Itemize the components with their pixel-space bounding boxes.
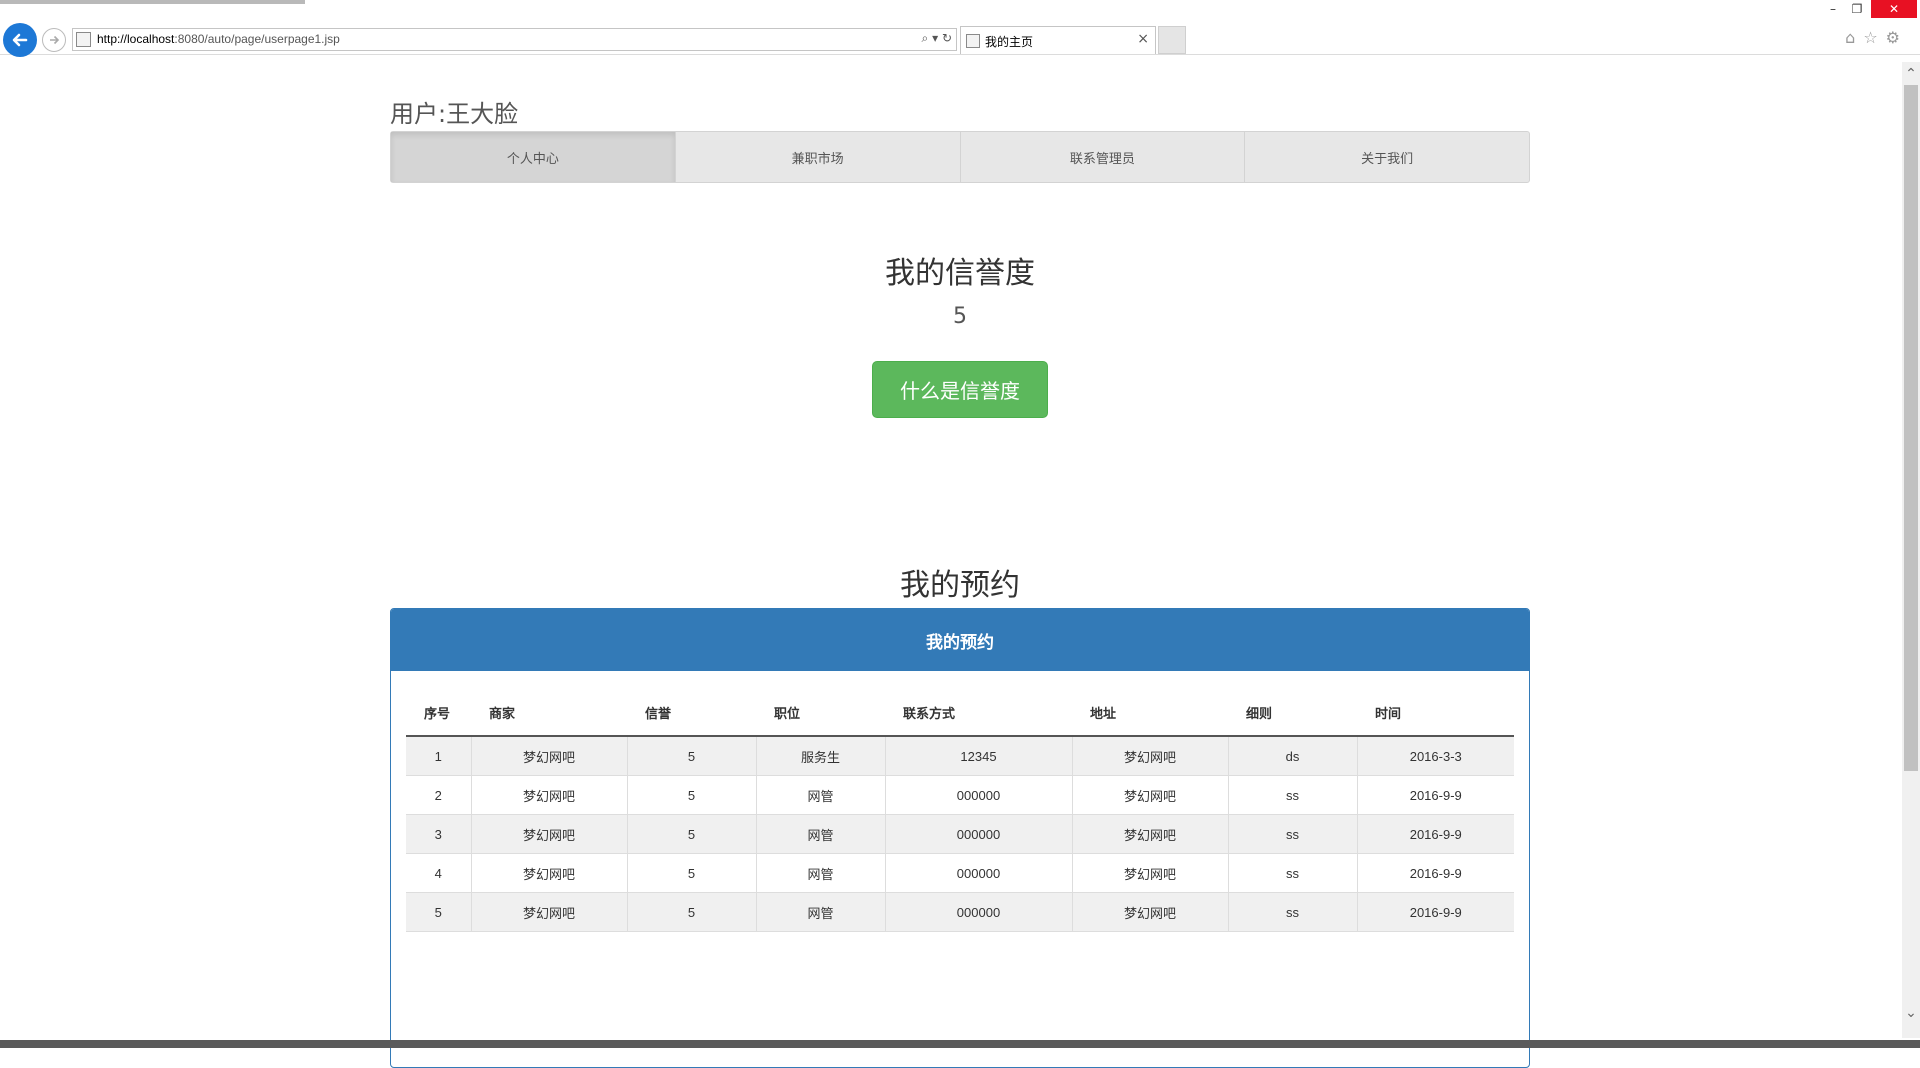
cell-contact: 000000	[884, 892, 1072, 932]
cell-index: 1	[406, 736, 471, 776]
scroll-down-arrow-icon[interactable]: ⌄	[1902, 1005, 1920, 1021]
cell-time: 2016-3-3	[1356, 736, 1514, 776]
cell-address: 梦幻网吧	[1071, 775, 1228, 815]
nav-item-contact-admin[interactable]: 联系管理员	[961, 132, 1246, 182]
col-header-index: 序号	[406, 689, 471, 737]
bookings-heading: 我的预约	[900, 568, 1020, 603]
cell-merchant: 梦幻网吧	[470, 892, 627, 932]
gear-icon[interactable]: ⚙	[1886, 28, 1908, 47]
cell-contact: 000000	[884, 853, 1072, 893]
cell-address: 梦幻网吧	[1071, 853, 1228, 893]
credit-heading: 我的信誉度	[885, 256, 1035, 291]
cell-merchant: 梦幻网吧	[470, 736, 627, 776]
tab-close-icon[interactable]: ×	[1137, 31, 1149, 47]
home-icon[interactable]: ⌂	[1845, 28, 1863, 47]
search-icon[interactable]: ⌕	[922, 31, 929, 45]
cell-details: ds	[1227, 736, 1357, 776]
cell-contact: 000000	[884, 814, 1072, 854]
scrollbar-thumb[interactable]	[1904, 85, 1918, 771]
cell-credit: 5	[626, 892, 756, 932]
dropdown-icon[interactable]: ▾	[932, 31, 938, 45]
cell-index: 2	[406, 775, 471, 815]
url-path: :8080/auto/page/userpage1.jsp	[174, 32, 340, 46]
favorites-star-icon[interactable]: ☆	[1863, 28, 1885, 47]
cell-position: 网管	[755, 814, 885, 854]
refresh-icon[interactable]: ↻	[942, 31, 952, 45]
cell-details: ss	[1227, 814, 1357, 854]
cell-time: 2016-9-9	[1356, 853, 1514, 893]
main-nav: 个人中心 兼职市场 联系管理员 关于我们	[390, 131, 1530, 183]
back-button[interactable]	[3, 23, 37, 57]
cell-position: 网管	[755, 775, 885, 815]
bookings-table: 序号 商家 信誉 职位 联系方式 地址 细则 时间 1 梦幻网吧 5 服务生 1…	[406, 689, 1514, 932]
col-header-address: 地址	[1072, 689, 1228, 737]
browser-toolbar-icons: ⌂☆⚙	[1845, 28, 1908, 47]
cell-credit: 5	[626, 775, 756, 815]
cell-position: 网管	[755, 892, 885, 932]
cell-merchant: 梦幻网吧	[470, 853, 627, 893]
cell-time: 2016-9-9	[1356, 814, 1514, 854]
table-row: 1 梦幻网吧 5 服务生 12345 梦幻网吧 ds 2016-3-3	[406, 736, 1514, 776]
cell-index: 5	[406, 892, 471, 932]
tab-title: 我的主页	[985, 35, 1034, 49]
page-icon	[76, 32, 91, 47]
cell-credit: 5	[626, 814, 756, 854]
table-header-row: 序号 商家 信誉 职位 联系方式 地址 细则 时间	[406, 689, 1514, 737]
bookings-panel: 我的预约 序号 商家 信誉 职位 联系方式 地址 细则 时间 1 梦幻网吧 5 …	[390, 608, 1530, 1068]
url-host: http://localhost	[97, 32, 175, 46]
address-bar-icons[interactable]: ⌕ ▾ ↻	[922, 31, 952, 46]
cell-merchant: 梦幻网吧	[470, 775, 627, 815]
tab-page-icon	[966, 34, 980, 48]
what-is-credit-button[interactable]: 什么是信誉度	[872, 361, 1048, 418]
cell-details: ss	[1227, 892, 1357, 932]
forward-button[interactable]	[42, 28, 66, 52]
address-bar[interactable]: http://localhost:8080/auto/page/userpage…	[72, 28, 957, 51]
table-row: 4 梦幻网吧 5 网管 000000 梦幻网吧 ss 2016-9-9	[406, 853, 1514, 893]
cell-merchant: 梦幻网吧	[470, 814, 627, 854]
cell-index: 3	[406, 814, 471, 854]
back-arrow-icon	[12, 33, 28, 47]
cell-credit: 5	[626, 853, 756, 893]
cell-address: 梦幻网吧	[1071, 892, 1228, 932]
col-header-position: 职位	[756, 689, 885, 737]
browser-chrome: http://localhost:8080/auto/page/userpage…	[0, 0, 1920, 57]
cell-address: 梦幻网吧	[1071, 814, 1228, 854]
cell-details: ss	[1227, 775, 1357, 815]
cell-index: 4	[406, 853, 471, 893]
panel-heading: 我的预约	[391, 609, 1529, 671]
col-header-details: 细则	[1228, 689, 1357, 737]
minimize-button[interactable]: –	[1822, 0, 1844, 18]
col-header-credit: 信誉	[627, 689, 756, 737]
new-tab-button[interactable]	[1158, 26, 1186, 54]
cell-credit: 5	[626, 736, 756, 776]
cell-contact: 12345	[884, 736, 1072, 776]
table-row: 2 梦幻网吧 5 网管 000000 梦幻网吧 ss 2016-9-9	[406, 775, 1514, 815]
nav-item-job-market[interactable]: 兼职市场	[676, 132, 961, 182]
restore-button[interactable]: ❐	[1846, 0, 1868, 18]
col-header-merchant: 商家	[471, 689, 627, 737]
col-header-time: 时间	[1357, 689, 1514, 737]
cell-position: 服务生	[755, 736, 885, 776]
col-header-contact: 联系方式	[885, 689, 1072, 737]
taskbar	[0, 1040, 1920, 1048]
title-strip	[0, 0, 305, 4]
credit-score: 5	[953, 304, 967, 329]
table-row: 5 梦幻网吧 5 网管 000000 梦幻网吧 ss 2016-9-9	[406, 892, 1514, 932]
cell-contact: 000000	[884, 775, 1072, 815]
cell-address: 梦幻网吧	[1071, 736, 1228, 776]
cell-position: 网管	[755, 853, 885, 893]
table-row: 3 梦幻网吧 5 网管 000000 梦幻网吧 ss 2016-9-9	[406, 814, 1514, 854]
forward-arrow-icon	[50, 35, 60, 45]
user-title: 用户:王大脸	[390, 100, 519, 128]
url-text[interactable]: http://localhost:8080/auto/page/userpage…	[97, 32, 340, 46]
scroll-up-arrow-icon[interactable]: ⌃	[1902, 66, 1920, 82]
nav-item-personal-center[interactable]: 个人中心	[391, 132, 676, 182]
cell-details: ss	[1227, 853, 1357, 893]
cell-time: 2016-9-9	[1356, 892, 1514, 932]
close-window-button[interactable]: ✕	[1871, 0, 1917, 18]
nav-item-about-us[interactable]: 关于我们	[1245, 132, 1529, 182]
browser-tab[interactable]: 我的主页 ×	[960, 26, 1156, 54]
cell-time: 2016-9-9	[1356, 775, 1514, 815]
